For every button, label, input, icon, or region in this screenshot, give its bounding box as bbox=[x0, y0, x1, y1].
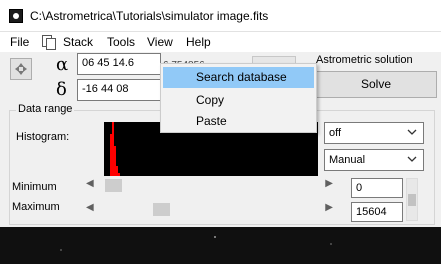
image-view[interactable] bbox=[0, 227, 441, 264]
chevron-down-icon bbox=[407, 129, 417, 135]
scroll-left-icon[interactable]: ◀ bbox=[86, 178, 94, 189]
dec-field[interactable]: -16 44 08 bbox=[77, 79, 161, 101]
mode-select[interactable]: Manual bbox=[324, 149, 424, 171]
scroll-right-icon[interactable]: ▶ bbox=[325, 202, 333, 213]
star-dot bbox=[330, 243, 332, 245]
minimum-input[interactable]: 0 bbox=[351, 178, 403, 198]
menu-view[interactable]: View bbox=[147, 35, 173, 49]
menu-file[interactable]: File bbox=[10, 35, 29, 49]
minimum-slider-thumb[interactable] bbox=[105, 179, 123, 192]
value-scrollbar[interactable] bbox=[406, 178, 418, 221]
mode-select-value: Manual bbox=[329, 154, 366, 166]
context-menu-copy[interactable]: Copy bbox=[163, 90, 314, 111]
context-menu-search-database[interactable]: Search database bbox=[163, 67, 314, 88]
menu-tools[interactable]: Tools bbox=[107, 35, 135, 49]
menu-help[interactable]: Help bbox=[186, 35, 211, 49]
maximum-slider-thumb[interactable] bbox=[153, 203, 171, 216]
move-button[interactable] bbox=[10, 58, 32, 80]
context-menu: Search database Copy Paste bbox=[160, 63, 317, 133]
astrometrica-app-icon[interactable] bbox=[9, 9, 23, 23]
value-scrollbar-thumb[interactable] bbox=[408, 194, 416, 206]
minimum-label: Minimum bbox=[12, 181, 57, 193]
copy-icon[interactable] bbox=[40, 33, 58, 51]
menu-stack[interactable]: Stack bbox=[63, 35, 93, 49]
stretch-select-value: off bbox=[329, 127, 342, 139]
stretch-select[interactable]: off bbox=[324, 122, 424, 144]
menu-bar: File Stack Tools View Help bbox=[0, 32, 441, 52]
astrometric-solution-label: Astrometric solution bbox=[316, 54, 413, 66]
maximum-label: Maximum bbox=[12, 201, 60, 213]
scroll-right-icon[interactable]: ▶ bbox=[325, 178, 333, 189]
scroll-left-icon[interactable]: ◀ bbox=[86, 202, 94, 213]
move-arrows-icon bbox=[15, 63, 27, 75]
window-title: C:\Astrometrica\Tutorials\simulator imag… bbox=[30, 9, 269, 23]
maximum-slider[interactable]: ◀ ▶ bbox=[83, 202, 336, 218]
ra-field[interactable]: 06 45 14.6 bbox=[77, 53, 161, 75]
maximum-input[interactable]: 15604 bbox=[351, 202, 403, 222]
minimum-slider[interactable]: ◀ ▶ bbox=[83, 178, 336, 194]
solve-button[interactable]: Solve bbox=[315, 71, 437, 98]
delta-label: δ bbox=[56, 79, 67, 100]
histogram-bar bbox=[118, 173, 120, 176]
context-menu-paste[interactable]: Paste bbox=[163, 111, 314, 132]
star-dot bbox=[214, 236, 216, 238]
star-dot bbox=[60, 249, 62, 251]
chevron-down-icon bbox=[407, 156, 417, 162]
data-range-label: Data range bbox=[16, 103, 75, 115]
alpha-label: α bbox=[56, 54, 69, 75]
histogram-label: Histogram: bbox=[16, 131, 70, 143]
